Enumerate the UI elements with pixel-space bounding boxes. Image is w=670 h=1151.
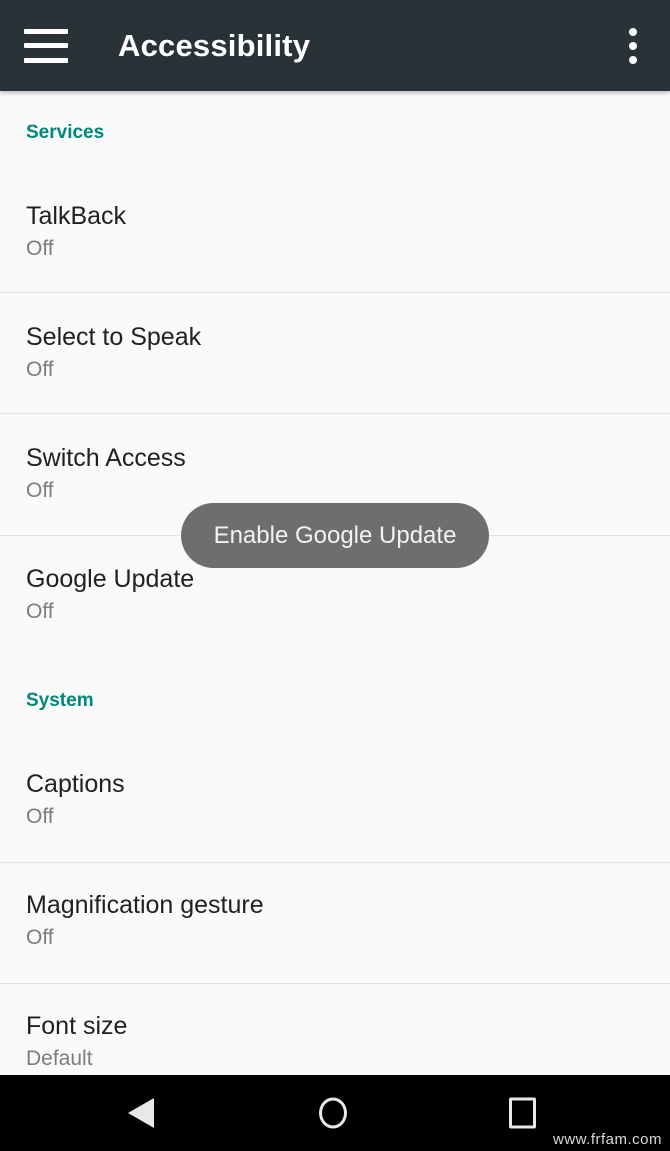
list-item-title: Font size: [26, 1012, 128, 1040]
list-item-value: Off: [26, 926, 54, 949]
list-item-select-to-speak[interactable]: Select to Speak Off: [0, 322, 201, 383]
list-item-value: Off: [26, 358, 54, 381]
list-item-value: Off: [26, 805, 54, 828]
list-item-title: Select to Speak: [26, 323, 202, 351]
toast-notification: Enable Google Update: [181, 503, 489, 568]
section-header-services: Services: [26, 122, 105, 143]
app-bar: Accessibility: [0, 0, 670, 91]
overflow-dot: [629, 27, 637, 36]
triangle-back-icon[interactable]: [128, 1098, 154, 1128]
list-item-title: Google Update: [26, 565, 195, 593]
toast-message: Enable Google Update: [213, 521, 457, 549]
android-settings-screen: Accessibility Services TalkBack Off Sele…: [0, 0, 670, 1151]
list-item-value: Default: [26, 1047, 93, 1070]
more-vertical-icon[interactable]: [618, 25, 648, 67]
square-recents-icon[interactable]: [509, 1097, 536, 1129]
page-title: Accessibility: [118, 27, 311, 63]
list-item-value: Off: [26, 237, 54, 260]
list-item-magnification-gesture[interactable]: Magnification gesture Off: [0, 890, 264, 951]
list-item-title: Switch Access: [26, 444, 186, 472]
list-item-title: Captions: [26, 770, 125, 798]
list-item-value: Off: [26, 600, 54, 623]
hamburger-bar: [24, 43, 68, 48]
circle-home-icon[interactable]: [319, 1097, 347, 1129]
list-item-talkback[interactable]: TalkBack Off: [0, 201, 126, 262]
hamburger-menu-icon[interactable]: [24, 28, 68, 63]
system-navigation-bar: www.frfam.com: [0, 1075, 670, 1151]
list-item-switch-access[interactable]: Switch Access Off: [0, 443, 186, 504]
settings-list[interactable]: Services TalkBack Off Select to Speak Of…: [0, 91, 670, 1091]
list-item-title: TalkBack: [26, 202, 127, 230]
overflow-dot: [629, 55, 637, 64]
list-item-value: Off: [26, 479, 54, 502]
list-item-font-size[interactable]: Font size Default: [0, 1011, 127, 1072]
hamburger-bar: [24, 28, 68, 34]
divider: [0, 292, 670, 293]
divider: [0, 983, 670, 984]
section-header-system: System: [26, 690, 94, 711]
hamburger-bar: [24, 57, 68, 63]
list-item-captions[interactable]: Captions Off: [0, 769, 125, 830]
watermark: www.frfam.com: [552, 1131, 662, 1148]
list-item-google-update[interactable]: Google Update Off: [0, 564, 194, 625]
list-item-title: Magnification gesture: [26, 891, 264, 919]
overflow-dot: [629, 41, 637, 50]
divider: [0, 862, 670, 863]
divider: [0, 413, 670, 414]
